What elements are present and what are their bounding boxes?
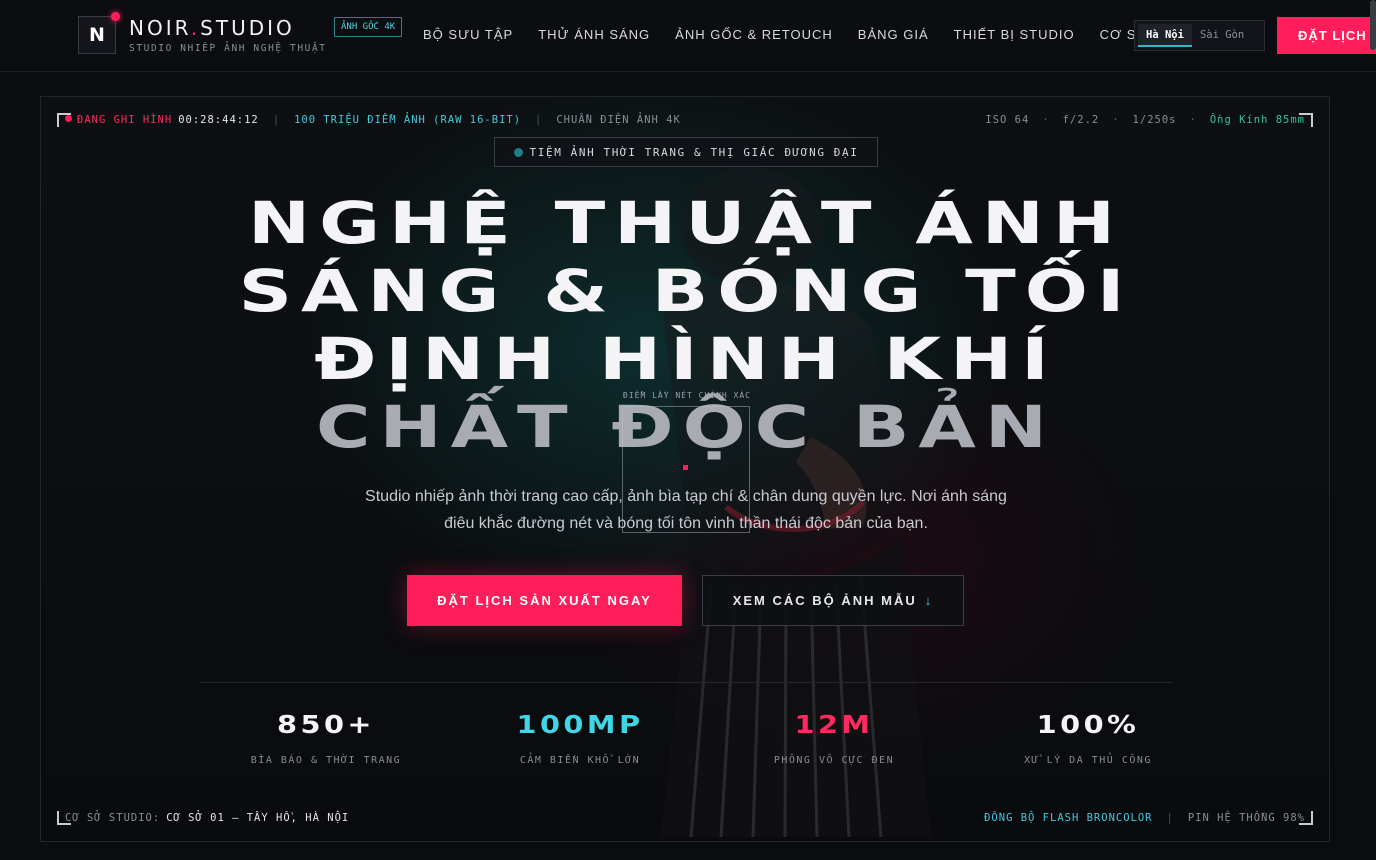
stat-label: BÌA BÁO & THỜI TRANG xyxy=(250,755,402,766)
city-option-hanoi[interactable]: Hà Nội xyxy=(1138,24,1192,47)
top-navbar: N NOIR.STUDIO STUDIO NHIẾP ẢNH NGHỆ THUẬ… xyxy=(0,0,1376,72)
tagline-text: TIỆM ẢNH THỜI TRANG & THỊ GIÁC ĐƯƠNG ĐẠI xyxy=(529,145,859,159)
city-switcher: Hà Nội Sài Gòn xyxy=(1134,20,1265,51)
logo-recording-dot-icon xyxy=(111,12,120,21)
hud-separator: | xyxy=(272,114,281,126)
hud-separator: | xyxy=(535,114,543,126)
menu-item-equipment[interactable]: THIẾT BỊ STUDIO xyxy=(954,27,1075,42)
hud-megapixel: 100 TRIỆU ĐIỂM ẢNH (RAW 16-BIT) xyxy=(294,114,522,126)
hud-iso: ISO 64 xyxy=(985,114,1030,126)
arrow-down-icon: ↓ xyxy=(924,593,934,608)
main-menu: BỘ SƯU TẬP THỬ ÁNH SÁNG ẢNH GỐC & RETOUC… xyxy=(423,27,1221,42)
stat-retouch: 100% XỬ LÝ DA THỦ CÔNG xyxy=(961,707,1215,797)
headline-line-1: NGHỆ THUẬT ÁNH xyxy=(248,189,1124,257)
raw-4k-badge: ẢNH GỐC 4K xyxy=(334,17,403,37)
hud-dot-separator: · xyxy=(1112,114,1120,126)
hud-camera-settings: ISO 64 · f/2.2 · 1/250s · Ống Kính 85mm xyxy=(985,114,1305,126)
rec-timecode: 00:28:44:12 xyxy=(178,114,259,126)
headline-line-3: ĐỊNH HÌNH KHÍ xyxy=(314,325,1058,393)
stat-value: 100% xyxy=(1036,710,1140,739)
hud-lens: Ống Kính 85mm xyxy=(1209,114,1305,126)
hero-tagline: TIỆM ẢNH THỜI TRANG & THỊ GIÁC ĐƯƠNG ĐẠI xyxy=(494,137,878,167)
hero-description-line-1: Studio nhiếp ảnh thời trang cao cấp, ảnh… xyxy=(365,488,1007,505)
stat-value: 850+ xyxy=(277,710,375,739)
page-scrollbar[interactable] xyxy=(1370,0,1376,50)
book-production-button[interactable]: ĐẶT LỊCH SẢN XUẤT NGAY xyxy=(407,575,682,626)
stats-row: 850+ BÌA BÁO & THỜI TRANG 100MP CẢM BIẾN… xyxy=(199,707,1215,797)
focus-point-label: ĐIỂM LẤY NÉT CHÍNH XÁC xyxy=(623,391,751,400)
hud-shutter: 1/250s xyxy=(1132,114,1177,126)
hero-description-line-2: điêu khắc đường nét và bóng tối tôn vinh… xyxy=(444,515,928,532)
stats-divider xyxy=(199,682,1173,683)
hud-standard: CHUẨN ĐIỆN ẢNH 4K xyxy=(556,114,681,126)
location-label: CƠ SỞ STUDIO: xyxy=(65,812,161,824)
rec-label: ĐANG GHI HÌNH xyxy=(77,114,173,126)
flash-sync-status: ĐỒNG BỘ FLASH BRONCOLOR xyxy=(984,812,1153,824)
headline-line-2: SÁNG & BÓNG TỐI xyxy=(238,257,1134,325)
menu-item-collection[interactable]: BỘ SƯU TẬP xyxy=(423,27,513,42)
tagline-dot-icon xyxy=(513,147,523,157)
hud-dot-separator: · xyxy=(1042,114,1050,126)
brand-suffix: STUDIO xyxy=(200,16,295,40)
hud-dot-separator: · xyxy=(1189,114,1197,126)
stat-label: CẢM BIẾN KHỔ LỚN xyxy=(519,755,641,766)
hud-aperture: f/2.2 xyxy=(1062,114,1100,126)
city-option-saigon[interactable]: Sài Gòn xyxy=(1192,24,1252,47)
stat-label: PHÔNG VÔ CỰC ĐEN xyxy=(773,755,895,766)
hud-studio-location: CƠ SỞ STUDIO: CƠ SỞ 01 — TÂY HỒ, HÀ NỘI xyxy=(65,812,349,824)
hero-description: Studio nhiếp ảnh thời trang cao cấp, ảnh… xyxy=(336,483,1036,537)
menu-item-light-test[interactable]: THỬ ÁNH SÁNG xyxy=(538,27,650,42)
nav-book-button[interactable]: ĐẶT LỊCH V xyxy=(1277,17,1376,54)
logo-mark[interactable]: N xyxy=(78,16,116,54)
stat-backdrop: 12M PHÔNG VÔ CỰC ĐEN xyxy=(707,707,961,797)
menu-item-pricing[interactable]: BẢNG GIÁ xyxy=(858,27,929,42)
menu-item-raw-retouch[interactable]: ẢNH GỐC & RETOUCH xyxy=(675,27,833,42)
record-dot-icon xyxy=(65,115,72,122)
view-samples-label: XEM CÁC BỘ ẢNH MẪU xyxy=(732,593,917,608)
stat-value: 100MP xyxy=(516,710,644,739)
stat-value: 12M xyxy=(794,710,874,739)
hero-viewfinder: ĐANG GHI HÌNH 00:28:44:12 | 100 TRIỆU ĐIỂM … xyxy=(40,96,1330,842)
battery-status: PIN HỆ THỐNG 98% xyxy=(1187,812,1305,824)
brand-dot: . xyxy=(190,16,201,40)
stat-label: XỬ LÝ DA THỦ CÔNG xyxy=(1024,755,1152,766)
view-samples-button[interactable]: XEM CÁC BỘ ẢNH MẪU ↓ xyxy=(702,575,964,626)
hud-recording-status: ĐANG GHI HÌNH 00:28:44:12 | 100 TRIỆU ĐIỂM … xyxy=(65,114,681,126)
stat-covers: 850+ BÌA BÁO & THỜI TRANG xyxy=(199,707,453,797)
location-value: CƠ SỞ 01 — TÂY HỒ, HÀ NỘI xyxy=(166,812,350,824)
hud-system-status: ĐỒNG BỘ FLASH BRONCOLOR | PIN HỆ THỐNG 98% xyxy=(984,812,1305,824)
brand-subtitle: STUDIO NHIẾP ẢNH NGHỆ THUẬT xyxy=(129,43,327,54)
brand-word: NOIR xyxy=(129,16,191,40)
brand-name[interactable]: NOIR.STUDIO xyxy=(129,16,295,40)
focus-point-icon xyxy=(683,465,688,470)
hud-separator: | xyxy=(1166,812,1174,824)
stat-sensor: 100MP CẢM BIẾN KHỔ LỚN xyxy=(453,707,707,797)
